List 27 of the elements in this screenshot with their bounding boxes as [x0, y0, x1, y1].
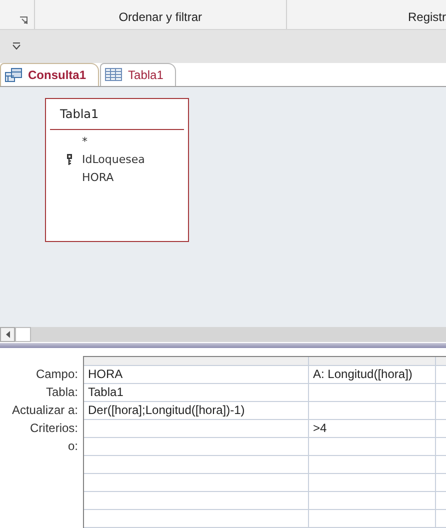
table-title: Tabla1 [50, 98, 184, 130]
ribbon-group-label: Registr [408, 10, 446, 24]
dropdown-icon[interactable] [12, 42, 21, 50]
document-tab[interactable]: Tabla1 [100, 62, 176, 86]
field-name[interactable]: IdLoquesea [82, 153, 145, 166]
horizontal-scrollbar[interactable] [0, 326, 446, 342]
grid-cell[interactable]: Tabla1 [88, 384, 124, 399]
row-label: o: [66, 438, 79, 455]
table-icon [105, 68, 122, 82]
row-label: Campo: [34, 366, 79, 383]
row-label: Tabla: [44, 384, 79, 401]
dialog-launcher-icon[interactable] [18, 16, 28, 25]
row-label: Actualizar a: [10, 402, 79, 419]
field-name[interactable]: HORA [82, 171, 114, 184]
document-tab[interactable]: Consulta1 [0, 62, 100, 86]
grid-cell[interactable]: A: Longitud([hora]) [313, 366, 412, 381]
scroll-thumb[interactable] [15, 327, 31, 342]
left-arrow-icon [6, 331, 10, 338]
field-name[interactable]: * [82, 135, 88, 148]
ribbon-group-label: Ordenar y filtrar [118, 10, 202, 24]
grid-cell[interactable]: HORA [88, 366, 123, 381]
grid-cell[interactable]: Der([hora];Longitud([hora])-1) [88, 402, 245, 417]
pane-splitter[interactable] [0, 342, 446, 348]
row-label: Criterios: [28, 420, 79, 437]
scroll-left-button[interactable] [0, 327, 15, 342]
query-icon [5, 68, 22, 82]
grid-cell[interactable]: >4 [313, 420, 327, 435]
